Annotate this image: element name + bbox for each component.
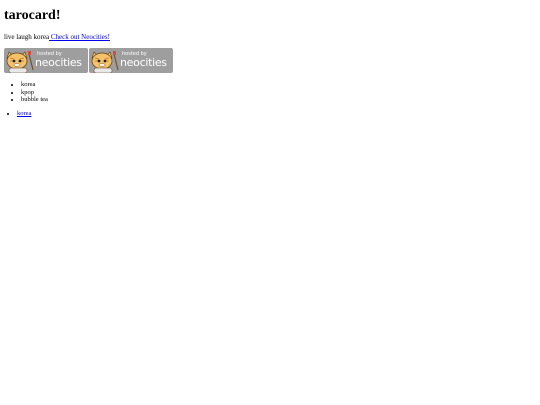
tagline: live laugh korea Check out Neocities! <box>4 33 110 41</box>
list-item: korea <box>21 81 48 89</box>
links-list: korea <box>0 110 31 118</box>
neocities-link[interactable]: Check out Neocities! <box>49 33 110 41</box>
interests-list: korea kpop bubble tea <box>4 81 48 104</box>
list-item: korea <box>17 110 31 118</box>
list-item: bubble tea <box>21 96 48 104</box>
badge-row: hosted by neocities hosted by neocities <box>4 48 173 73</box>
tagline-text: live laugh korea <box>4 33 50 41</box>
hosted-by-neocities-badge[interactable]: hosted by neocities <box>4 48 88 73</box>
neocities-cat-icon <box>6 51 34 73</box>
neocities-brand-label: neocities <box>35 56 82 69</box>
korea-link[interactable]: korea <box>17 110 31 117</box>
neocities-cat-icon <box>91 51 119 73</box>
hosted-by-neocities-badge[interactable]: hosted by neocities <box>89 48 173 73</box>
neocities-brand-label: neocities <box>120 56 167 69</box>
page-title: tarocard! <box>4 8 61 23</box>
list-item: kpop <box>21 89 48 97</box>
